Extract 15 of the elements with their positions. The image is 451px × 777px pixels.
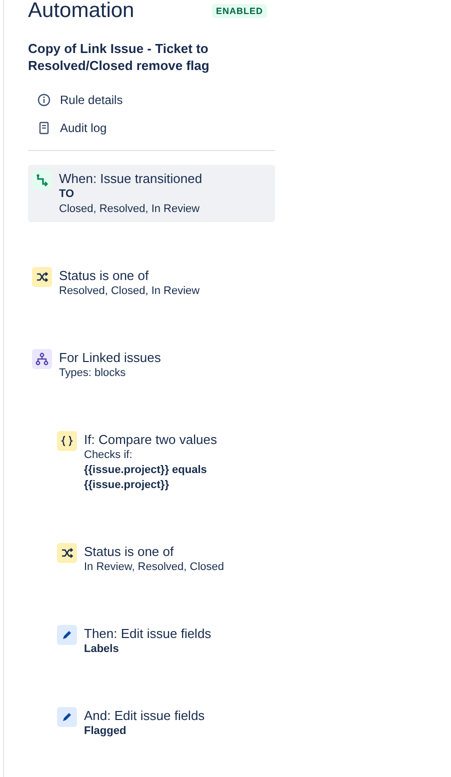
trigger-icon — [35, 173, 49, 187]
page-title: Automation — [28, 0, 134, 22]
document-icon — [37, 121, 51, 135]
shuffle-icon — [60, 546, 74, 560]
info-icon — [37, 93, 51, 107]
pencil-icon — [60, 628, 74, 642]
status-lozenge: ENABLED — [212, 4, 267, 18]
rule-name: Copy of Link Issue - Ticket to Resolved/Closed remove flag — [28, 40, 210, 74]
pencil-icon — [60, 710, 74, 724]
sidebar-link[interactable]: Rule details — [28, 86, 275, 114]
hierarchy-icon — [35, 352, 49, 366]
braces-icon — [60, 434, 74, 448]
sidebar-link[interactable]: Audit log — [28, 114, 275, 142]
rule-step[interactable]: When: Issue transitioned TO Closed, Resolved, In Review — [28, 165, 275, 222]
shuffle-icon — [35, 270, 49, 284]
